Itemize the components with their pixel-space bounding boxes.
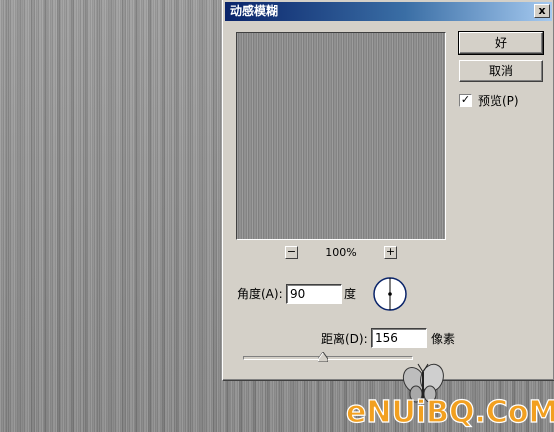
preview-checkbox-label: 预览(P)	[478, 94, 519, 108]
site-watermark-logo: eNUiBQ.CoM	[345, 363, 554, 431]
cancel-button[interactable]: 取消	[459, 60, 543, 82]
zoom-level: 100%	[325, 246, 357, 259]
svg-text:eNUiBQ.CoM: eNUiBQ.CoM	[346, 395, 554, 430]
angle-label: 角度(A):	[237, 287, 283, 301]
preview-checkbox[interactable]: ✓	[459, 94, 472, 107]
angle-dial-icon[interactable]	[372, 276, 408, 312]
angle-unit: 度	[344, 287, 357, 301]
motion-blur-dialog: 动感模糊 x − 100% + 好 取消 ✓ 预览(P) 角度(A): 90 度 …	[222, 0, 554, 381]
dialog-title: 动感模糊	[230, 4, 279, 18]
zoom-in-button[interactable]: +	[384, 246, 397, 259]
preview-toggle[interactable]: ✓ 预览(P)	[459, 94, 519, 108]
distance-label: 距离(D):	[321, 332, 368, 346]
distance-input[interactable]: 156	[371, 328, 427, 348]
slider-thumb-icon[interactable]	[317, 352, 328, 362]
ok-button[interactable]: 好	[458, 31, 544, 55]
dialog-title-bar[interactable]: 动感模糊 x	[225, 2, 552, 21]
preview-window[interactable]	[236, 32, 446, 240]
angle-input[interactable]: 90	[286, 284, 342, 304]
close-button[interactable]: x	[534, 4, 550, 18]
distance-unit: 像素	[431, 332, 456, 346]
zoom-out-button[interactable]: −	[285, 246, 298, 259]
